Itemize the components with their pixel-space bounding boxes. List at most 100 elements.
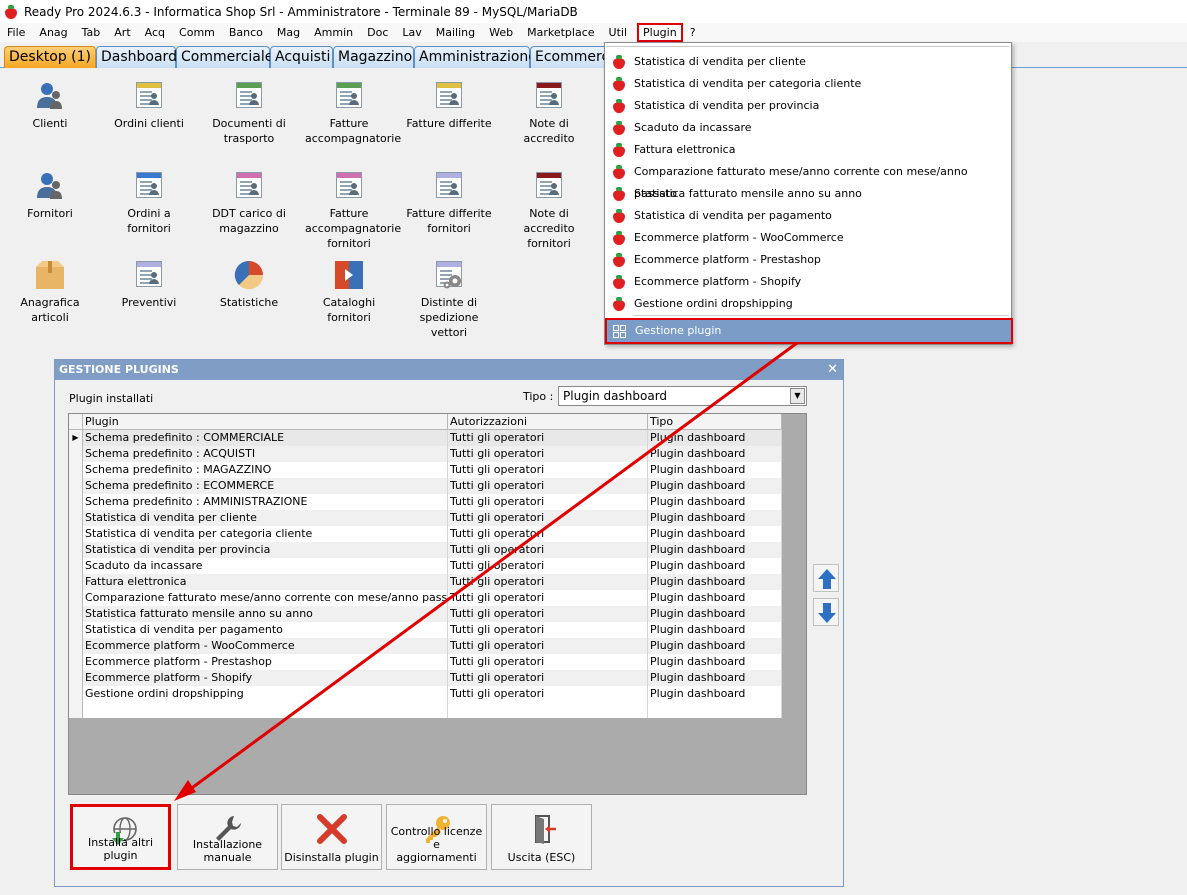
move-up-button[interactable]: [813, 564, 839, 592]
exit-button[interactable]: Uscita (ESC): [491, 804, 592, 870]
desktop-icon-statistiche[interactable]: Statistiche: [199, 259, 299, 310]
menu-banco[interactable]: Banco: [222, 23, 270, 42]
menu-tab[interactable]: Tab: [75, 23, 108, 42]
desktop-icon-label: Note di accredito fornitori: [523, 207, 575, 250]
desktop-icon-fornitori[interactable]: Fornitori: [0, 170, 100, 221]
menu-plugin[interactable]: Plugin: [637, 23, 683, 42]
desktop-icon-ordini-clienti[interactable]: Ordini clienti: [99, 80, 199, 131]
menu-item-plugin[interactable]: Statistica fatturato mensile anno su ann…: [606, 183, 1010, 205]
menu-mag[interactable]: Mag: [270, 23, 307, 42]
strawberry-icon: [612, 253, 626, 267]
menu-item-plugin[interactable]: Statistica di vendita per categoria clie…: [606, 73, 1010, 95]
desktop-icon-ddt-carico-di-magazzino[interactable]: DDT carico di magazzino: [199, 170, 299, 236]
desktop-icon-fatture-accompagnatorie-fornitori[interactable]: Fatture accompagnatorie fornitori: [299, 170, 401, 251]
menu-help[interactable]: ?: [683, 23, 703, 42]
table-row[interactable]: Scaduto da incassare Tutti gli operatori P…: [69, 558, 782, 574]
dialog-title-text: GESTIONE PLUGINS: [59, 363, 179, 376]
arrow-down-icon: [818, 603, 836, 623]
license-check-button[interactable]: Controllo licenze e aggiornamenti: [386, 804, 487, 870]
menu-item-plugin[interactable]: Ecommerce platform - Shopify: [606, 271, 1010, 293]
tab-acquisti[interactable]: Acquisti: [270, 46, 333, 68]
menu-util[interactable]: Util: [602, 23, 634, 42]
invoice-icon: [333, 80, 365, 112]
desktop-icon-documenti-di-trasporto[interactable]: Documenti di trasporto: [199, 80, 299, 146]
tab-desktop-1[interactable]: Desktop (1): [4, 46, 96, 68]
table-row[interactable]: Schema predefinito : AMMINISTRAZIONE Tutt…: [69, 494, 782, 510]
menu-item-plugin[interactable]: Statistica di vendita per pagamento: [606, 205, 1010, 227]
move-down-button[interactable]: [813, 598, 839, 626]
table-row[interactable]: Ecommerce platform - Prestashop Tutti gli…: [69, 654, 782, 670]
column-header-autorizzazioni[interactable]: Autorizzazioni: [448, 414, 648, 430]
desktop-icon-note-di-accredito-fornitori[interactable]: Note di accredito fornitori: [499, 170, 599, 251]
table-row[interactable]: Fattura elettronica Tutti gli operatori Pl…: [69, 574, 782, 590]
menu-item-gestione-plugin[interactable]: Gestione plugin: [605, 318, 1013, 344]
row-indicator: [69, 638, 83, 654]
desktop-icon-note-di-accredito[interactable]: Note di accredito: [499, 80, 599, 146]
column-header-tipo[interactable]: Tipo: [648, 414, 782, 430]
menu-comm[interactable]: Comm: [172, 23, 222, 42]
table-row[interactable]: Ecommerce platform - WooCommerce Tutti gl…: [69, 638, 782, 654]
table-row[interactable]: Schema predefinito : ECOMMERCE Tutti gli …: [69, 478, 782, 494]
desktop-icon-clienti[interactable]: Clienti: [0, 80, 100, 131]
menu-ammin[interactable]: Ammin: [307, 23, 360, 42]
table-row[interactable]: Gestione ordini dropshipping Tutti gli op…: [69, 686, 782, 702]
gestione-plugins-dialog: GESTIONE PLUGINS ✕ Plugin installati Tip…: [54, 359, 844, 887]
desktop-icon-fatture-differite[interactable]: Fatture differite: [399, 80, 499, 131]
menu-doc[interactable]: Doc: [360, 23, 395, 42]
menu-lav[interactable]: Lav: [395, 23, 428, 42]
desktop-icon-fatture-differite-fornitori[interactable]: Fatture differite fornitori: [399, 170, 499, 236]
close-icon[interactable]: ✕: [827, 362, 838, 378]
type-select[interactable]: Plugin dashboard ▼: [558, 386, 807, 406]
menu-mailing[interactable]: Mailing: [429, 23, 482, 42]
table-row[interactable]: Statistica di vendita per pagamento Tutti…: [69, 622, 782, 638]
table-row[interactable]: Statistica fatturato mensile anno su ann…: [69, 606, 782, 622]
table-row[interactable]: Schema predefinito : MAGAZZINO Tutti gli …: [69, 462, 782, 478]
menu-acq[interactable]: Acq: [138, 23, 172, 42]
menu-file[interactable]: File: [0, 23, 32, 42]
table-row[interactable]: Ecommerce platform - Shopify Tutti gli op…: [69, 670, 782, 686]
table-row[interactable]: Schema predefinito : ACQUISTI Tutti gli o…: [69, 446, 782, 462]
desktop-icon-fatture-accompagnatorie[interactable]: Fatture accompagnatorie: [299, 80, 401, 146]
tab-amministrazione[interactable]: Amministrazione: [414, 46, 537, 68]
supplier-orders-icon: [133, 170, 165, 202]
desktop-icon-anagrafica-articoli[interactable]: Anagrafica articoli: [0, 259, 100, 325]
tab-magazzino[interactable]: Magazzino: [333, 46, 414, 68]
manual-install-button[interactable]: Installazione manuale: [177, 804, 278, 870]
desktop-icon-preventivi[interactable]: Preventivi: [99, 259, 199, 310]
tab-dashboard[interactable]: Dashboard: [96, 46, 177, 68]
menu-marketplace[interactable]: Marketplace: [520, 23, 601, 42]
menu-item-plugin[interactable]: Scaduto da incassare: [606, 117, 1010, 139]
column-header-plugin[interactable]: Plugin: [83, 414, 448, 430]
menu-anag[interactable]: Anag: [32, 23, 74, 42]
menu-item-plugin[interactable]: Gestione ordini dropshipping: [606, 293, 1010, 315]
row-pointer-icon: ▶: [69, 430, 83, 446]
cell-tipo: Plugin dashboard: [648, 558, 782, 574]
table-row[interactable]: Statistica di vendita per categoria clie…: [69, 526, 782, 542]
menu-item-plugin[interactable]: Ecommerce platform - Prestashop: [606, 249, 1010, 271]
menu-web[interactable]: Web: [482, 23, 520, 42]
tab-commerciale[interactable]: Commerciale: [176, 46, 273, 68]
desktop-icon-cataloghi-fornitori[interactable]: Cataloghi fornitori: [299, 259, 399, 325]
menu-item-label: Gestione plugin: [635, 324, 722, 337]
table-row[interactable]: ▶ Schema predefinito : COMMERCIALE Tutti g…: [69, 430, 782, 446]
strawberry-icon: [612, 55, 626, 69]
cell-tipo: Plugin dashboard: [648, 478, 782, 494]
menu-item-plugin[interactable]: Statistica di vendita per provincia: [606, 95, 1010, 117]
table-row[interactable]: Statistica di vendita per provincia Tutti…: [69, 542, 782, 558]
table-row[interactable]: Comparazione fatturato mese/anno corrent…: [69, 590, 782, 606]
install-plugins-button[interactable]: Installa altri plugin: [70, 804, 171, 870]
strawberry-icon: [612, 297, 626, 311]
menu-art[interactable]: Art: [107, 23, 137, 42]
menu-item-plugin[interactable]: Fattura elettronica: [606, 139, 1010, 161]
desktop-icon-ordini-a-fornitori[interactable]: Ordini a fornitori: [99, 170, 199, 236]
window-title: Ready Pro 2024.6.3 - Informatica Shop Sr…: [24, 4, 578, 19]
chevron-down-icon[interactable]: ▼: [790, 388, 805, 404]
strawberry-icon: [612, 77, 626, 91]
menu-item-plugin[interactable]: Statistica di vendita per cliente: [606, 51, 1010, 73]
table-row[interactable]: Statistica di vendita per cliente Tutti g…: [69, 510, 782, 526]
desktop-icon-distinte-di-spedizione-vettori[interactable]: Distinte di spedizione vettori: [399, 259, 499, 340]
menu-item-plugin[interactable]: Ecommerce platform - WooCommerce: [606, 227, 1010, 249]
cell-tipo: Plugin dashboard: [648, 526, 782, 542]
uninstall-plugin-button[interactable]: Disinstalla plugin: [281, 804, 382, 870]
menu-item-plugin[interactable]: Comparazione fatturato mese/anno corrent…: [606, 161, 1010, 200]
